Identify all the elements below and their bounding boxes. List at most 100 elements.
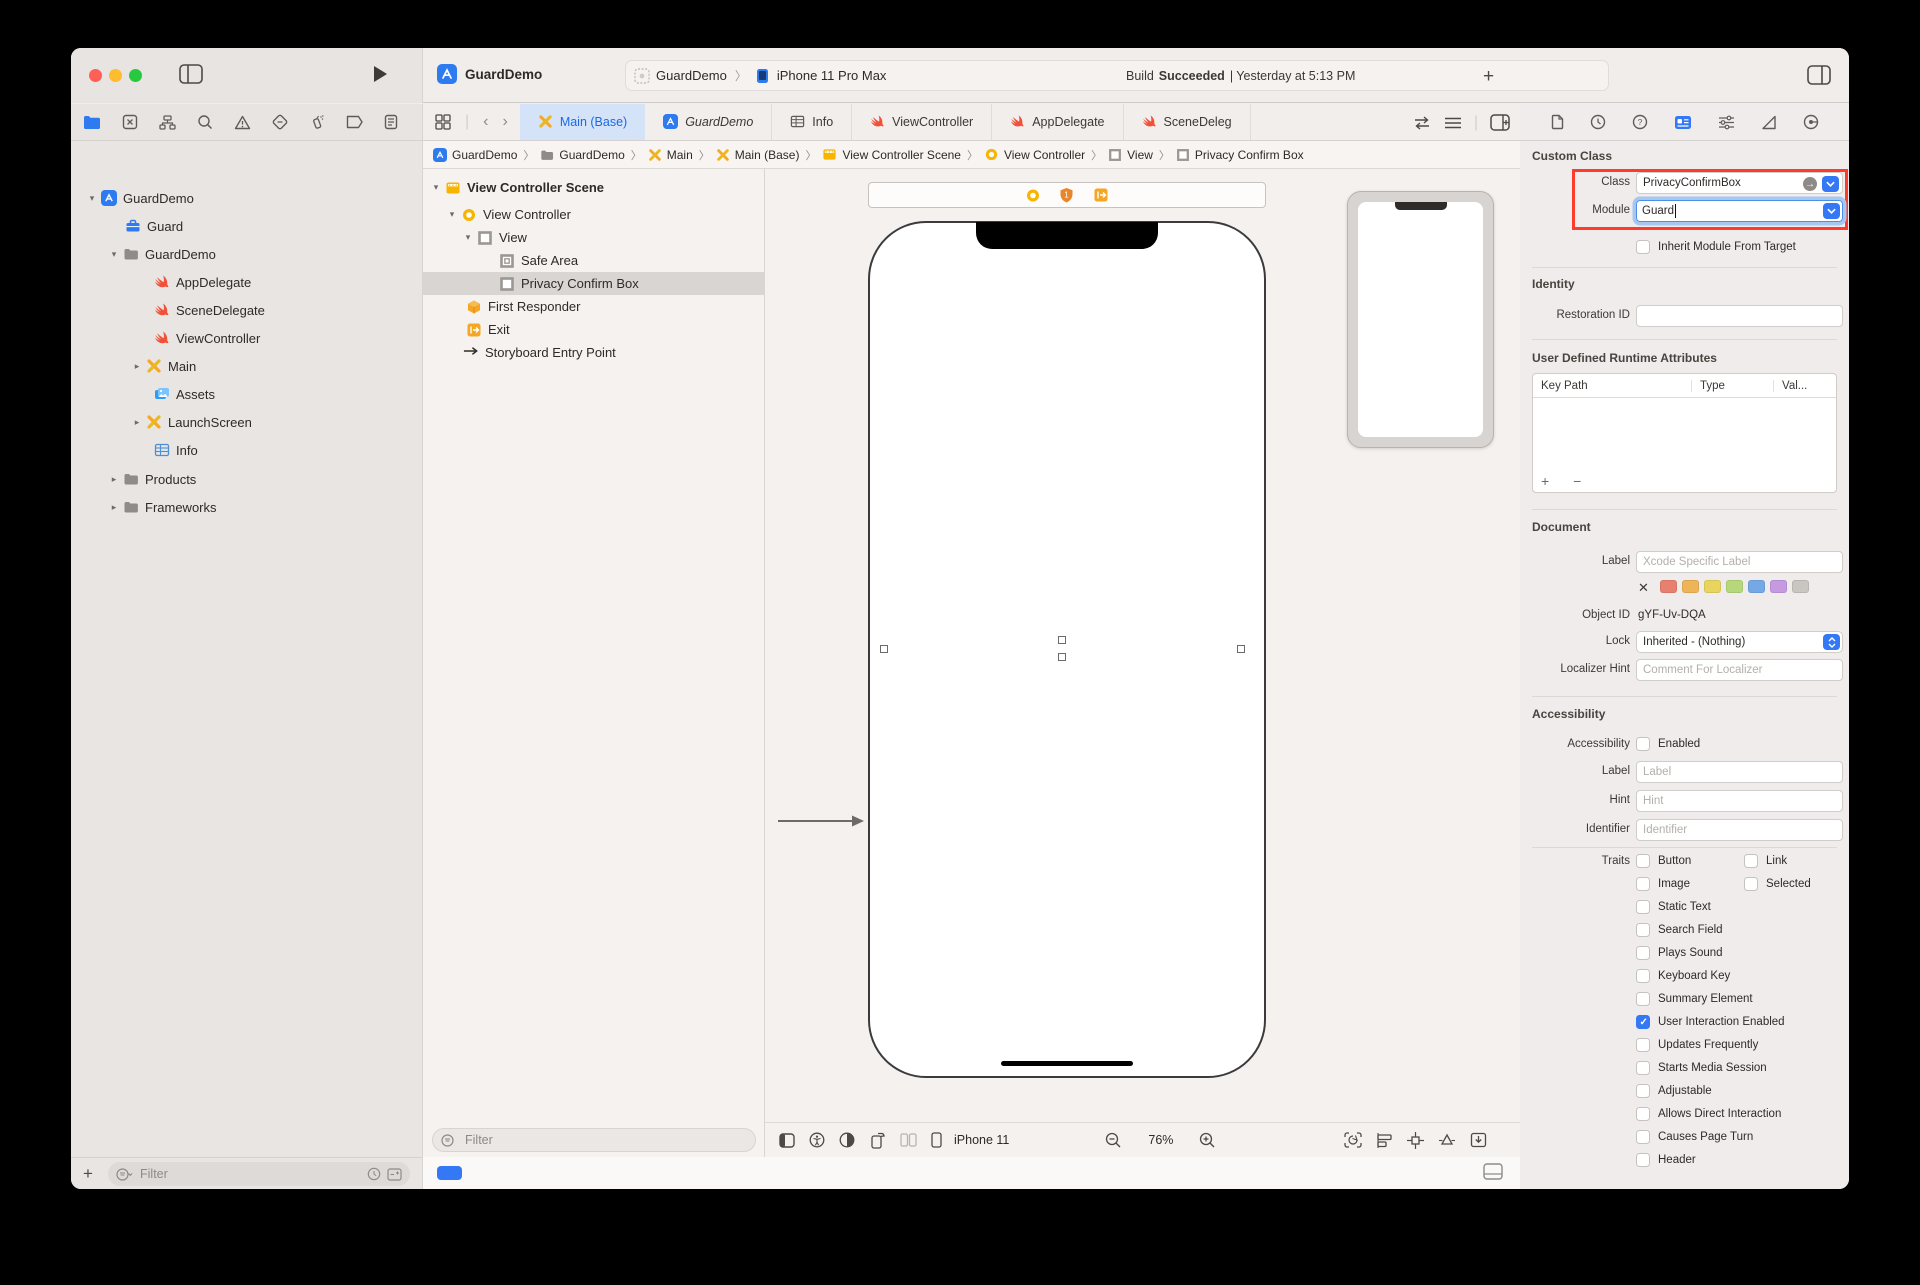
document-color-swatches[interactable] (1660, 580, 1814, 596)
size-inspector-icon[interactable] (1761, 115, 1777, 130)
accessibility-enabled-checkbox[interactable] (1636, 737, 1650, 751)
zoom-level[interactable]: 76% (1148, 1133, 1173, 1147)
trait-image-checkbox[interactable] (1636, 877, 1650, 891)
trait-static-text-checkbox[interactable] (1636, 900, 1650, 914)
attributes-inspector-icon[interactable] (1718, 115, 1735, 130)
trait-search-field-checkbox[interactable] (1636, 923, 1650, 937)
acc-hint-field[interactable] (1636, 790, 1843, 812)
debug-bar-indicator[interactable] (437, 1166, 462, 1180)
trait-selected-checkbox[interactable] (1744, 877, 1758, 891)
accessibility-preview-icon[interactable] (809, 1132, 825, 1148)
tab-appdelegate[interactable]: AppDelegate (992, 104, 1124, 140)
exit-dock-icon[interactable] (1093, 187, 1109, 203)
tab-viewcontroller[interactable]: ViewController (852, 104, 993, 140)
source-control-navigator-icon[interactable] (122, 114, 138, 130)
zoom-window-button[interactable] (129, 69, 142, 82)
add-file-button[interactable]: + (83, 1164, 93, 1184)
acc-identifier-field[interactable] (1636, 819, 1843, 841)
acc-label-field[interactable] (1636, 761, 1843, 783)
nav-item-guard-framework[interactable]: Guard (125, 214, 183, 238)
tab-overview-icon[interactable] (435, 114, 451, 130)
nav-item-main-storyboard[interactable]: ▸ Main (132, 354, 196, 378)
clear-color-icon[interactable]: ✕ (1638, 580, 1649, 596)
breadcrumb-scene[interactable]: View Controller Scene (822, 147, 961, 162)
trait-plays-sound-checkbox[interactable] (1636, 946, 1650, 960)
help-inspector-icon[interactable]: ? (1632, 114, 1648, 130)
source-control-status-icon[interactable] (387, 1167, 402, 1181)
disclosure-closed-icon[interactable]: ▸ (132, 417, 142, 428)
go-back-icon[interactable]: ‹ (483, 113, 488, 131)
storyboard-entry-arrow[interactable] (778, 814, 866, 828)
align-icon[interactable] (1376, 1132, 1393, 1148)
recent-files-icon[interactable] (367, 1167, 381, 1181)
nav-item-frameworks[interactable]: ▸ Frameworks (109, 495, 217, 519)
history-inspector-icon[interactable] (1590, 114, 1606, 130)
nav-item-scenedelegate[interactable]: SceneDelegate (154, 298, 265, 322)
outline-item-storyboard-entry[interactable]: Storyboard Entry Point (423, 341, 764, 364)
breadcrumb-privacy-confirm-box[interactable]: Privacy Confirm Box (1176, 148, 1304, 162)
selection-handle-right[interactable] (1237, 645, 1245, 653)
trait-header-checkbox[interactable] (1636, 1153, 1650, 1167)
breakpoint-navigator-icon[interactable] (346, 115, 363, 129)
localizer-hint-field[interactable] (1636, 659, 1843, 681)
disclosure-closed-icon[interactable]: ▸ (109, 502, 119, 513)
report-navigator-icon[interactable] (384, 114, 398, 130)
orientation-icon[interactable] (869, 1132, 886, 1149)
nav-item-info-plist[interactable]: Info (154, 438, 198, 462)
minimize-window-button[interactable] (109, 69, 122, 82)
nav-item-guarddemo-project[interactable]: ▾ GuardDemo (87, 186, 194, 210)
outline-item-view-controller[interactable]: ▾ View Controller (423, 203, 764, 226)
tab-scenedelegate[interactable]: SceneDeleg (1124, 104, 1251, 140)
go-forward-icon[interactable]: › (502, 113, 507, 131)
outline-item-scene[interactable]: ▾ View Controller Scene (423, 176, 764, 199)
lock-popup[interactable]: Inherited - (Nothing) (1636, 631, 1843, 653)
inherit-module-checkbox[interactable] (1636, 240, 1650, 254)
breadcrumb-main-base[interactable]: Main (Base) (716, 148, 799, 162)
tab-guarddemo[interactable]: GuardDemo (645, 104, 773, 140)
tab-main-base[interactable]: Main (Base) (519, 104, 646, 140)
outline-item-safe-area[interactable]: Safe Area (423, 249, 764, 272)
disclosure-closed-icon[interactable]: ▸ (109, 474, 119, 485)
trait-allows-direct-interaction-checkbox[interactable] (1636, 1107, 1650, 1121)
breadcrumb-view-controller[interactable]: View Controller (984, 147, 1085, 162)
lock-popup-stepper-icon[interactable] (1823, 634, 1840, 650)
add-editor-icon[interactable] (1490, 114, 1510, 131)
view-controller-dock-icon[interactable] (1025, 187, 1041, 203)
version-editor-icon[interactable] (1412, 115, 1432, 130)
class-field[interactable]: PrivacyConfirmBox → (1636, 172, 1843, 194)
add-remove-attribute-buttons[interactable]: + − (1541, 473, 1591, 489)
first-responder-dock-icon[interactable]: 1 (1059, 187, 1075, 203)
file-inspector-icon[interactable] (1551, 114, 1564, 130)
trait-keyboard-key-checkbox[interactable] (1636, 969, 1650, 983)
focus-scene-icon[interactable] (1344, 1132, 1363, 1148)
project-navigator-icon[interactable] (83, 115, 101, 130)
adjust-editor-icon[interactable] (1444, 116, 1462, 130)
library-plus-button[interactable]: + (1483, 66, 1494, 88)
add-constraints-icon[interactable] (1407, 1131, 1425, 1149)
embed-in-icon[interactable] (1470, 1132, 1487, 1148)
module-field[interactable]: Guard (1636, 200, 1843, 222)
nav-item-viewcontroller[interactable]: ViewController (154, 326, 260, 350)
outline-item-view[interactable]: ▾ View (423, 226, 764, 249)
trait-causes-page-turn-checkbox[interactable] (1636, 1130, 1650, 1144)
navigator-filter-field[interactable]: Filter (108, 1162, 410, 1186)
disclosure-closed-icon[interactable]: ▸ (132, 361, 142, 372)
symbol-navigator-icon[interactable] (159, 114, 176, 130)
disclosure-open-icon[interactable]: ▾ (463, 232, 473, 243)
toggle-debug-area-icon[interactable] (1483, 1163, 1503, 1180)
split-preview-icon[interactable] (900, 1133, 917, 1147)
find-navigator-icon[interactable] (197, 114, 213, 130)
device-label[interactable]: iPhone 11 (954, 1133, 1009, 1147)
breadcrumb-group[interactable]: GuardDemo (540, 148, 625, 162)
destination-selector[interactable]: iPhone 11 Pro Max (747, 68, 895, 84)
trait-button-checkbox[interactable] (1636, 854, 1650, 868)
outline-item-privacy-confirm-box[interactable]: Privacy Confirm Box (423, 272, 764, 295)
identity-inspector-icon[interactable] (1674, 115, 1692, 130)
module-dropdown-icon[interactable] (1823, 203, 1840, 219)
selection-handle-left[interactable] (880, 645, 888, 653)
trait-adjustable-checkbox[interactable] (1636, 1084, 1650, 1098)
issue-navigator-icon[interactable] (234, 115, 251, 130)
test-navigator-icon[interactable] (272, 114, 288, 130)
breadcrumb-project[interactable]: GuardDemo (433, 147, 517, 162)
disclosure-open-icon[interactable]: ▾ (447, 209, 457, 220)
